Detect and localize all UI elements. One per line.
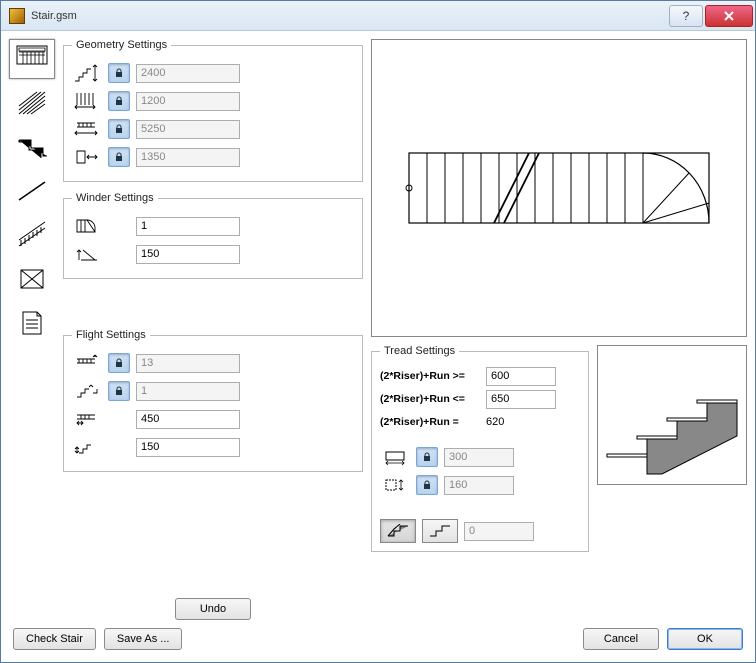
going-field[interactable] xyxy=(136,410,240,429)
sidebar-item-riser[interactable] xyxy=(9,171,55,211)
lock-landing[interactable] xyxy=(108,147,130,167)
right-column: Tread Settings (2*Riser)+Run >= (2*Riser… xyxy=(371,39,747,620)
risers-icon xyxy=(72,352,102,374)
footer: Check Stair Save As ... Cancel OK xyxy=(1,628,755,662)
close-button[interactable] xyxy=(705,5,753,27)
flights-icon xyxy=(72,380,102,402)
run-field[interactable] xyxy=(444,448,514,467)
lock-width[interactable] xyxy=(108,91,130,111)
help-button[interactable]: ? xyxy=(669,5,703,27)
winder-legend: Winder Settings xyxy=(72,192,158,204)
rise-icon xyxy=(72,436,102,458)
app-icon xyxy=(9,8,25,24)
run-icon xyxy=(380,446,410,468)
rise-field[interactable] xyxy=(136,438,240,457)
stair-plan-icon xyxy=(15,44,49,74)
dialog-window: Stair.gsm ? xyxy=(0,0,756,663)
lock-height[interactable] xyxy=(108,63,130,83)
length-field[interactable] xyxy=(136,120,240,139)
geometry-settings-group: Geometry Settings xyxy=(63,39,363,182)
flight-legend: Flight Settings xyxy=(72,329,150,341)
going-icon xyxy=(72,408,102,430)
stair-section-drawing xyxy=(602,374,742,484)
lock-run[interactable] xyxy=(416,447,438,467)
sidebar-item-railing[interactable] xyxy=(9,215,55,255)
rule-eq-label: (2*Riser)+Run = xyxy=(380,416,480,428)
winder-offset-icon xyxy=(72,243,102,265)
left-column: Geometry Settings xyxy=(63,39,363,620)
ok-button[interactable]: OK xyxy=(667,628,743,650)
landing-dim-icon xyxy=(72,146,102,168)
rule-ge-field[interactable] xyxy=(486,367,556,386)
plan-preview xyxy=(371,39,747,337)
winder-count-icon xyxy=(72,215,102,237)
stair-hatch-icon xyxy=(15,88,49,118)
sidebar-item-structure[interactable] xyxy=(9,83,55,123)
winder-settings-group: Winder Settings xyxy=(63,192,363,279)
height-field[interactable] xyxy=(136,64,240,83)
sidebar xyxy=(9,39,55,620)
cancel-button[interactable]: Cancel xyxy=(583,628,659,650)
nosing-field[interactable] xyxy=(464,522,534,541)
winder-offset-field[interactable] xyxy=(136,245,240,264)
slope-icon xyxy=(15,176,49,206)
flights-field[interactable] xyxy=(136,382,240,401)
tread-settings-group: Tread Settings (2*Riser)+Run >= (2*Riser… xyxy=(371,345,589,552)
width-icon xyxy=(72,90,102,112)
height-icon xyxy=(72,62,102,84)
length-icon xyxy=(72,118,102,140)
titlebar: Stair.gsm ? xyxy=(1,1,755,31)
sidebar-item-tread[interactable] xyxy=(9,127,55,167)
tread-legend: Tread Settings xyxy=(380,345,459,357)
nosing-tab-solid[interactable] xyxy=(380,519,416,543)
save-as-button[interactable]: Save As ... xyxy=(104,628,183,650)
width-field[interactable] xyxy=(136,92,240,111)
sidebar-item-geometry[interactable] xyxy=(9,39,55,79)
lock-riser[interactable] xyxy=(416,475,438,495)
riser-dim-icon xyxy=(380,474,410,496)
sidebar-item-landing[interactable] xyxy=(9,259,55,299)
check-stair-button[interactable]: Check Stair xyxy=(13,628,96,650)
flight-settings-group: Flight Settings xyxy=(63,329,363,472)
rule-le-label: (2*Riser)+Run <= xyxy=(380,393,480,405)
sidebar-item-listing[interactable] xyxy=(9,303,55,343)
rule-ge-label: (2*Riser)+Run >= xyxy=(380,370,480,382)
section-preview xyxy=(597,345,747,485)
railing-icon xyxy=(15,220,49,250)
geometry-legend: Geometry Settings xyxy=(72,39,171,51)
dialog-body: Geometry Settings xyxy=(1,31,755,628)
window-title: Stair.gsm xyxy=(31,10,669,22)
lock-risers[interactable] xyxy=(108,353,130,373)
riser-field[interactable] xyxy=(444,476,514,495)
landing-field[interactable] xyxy=(136,148,240,167)
risers-field[interactable] xyxy=(136,354,240,373)
rule-le-field[interactable] xyxy=(486,390,556,409)
nosing-tab-open[interactable] xyxy=(422,519,458,543)
main-area: Geometry Settings xyxy=(63,39,747,620)
stair-plan-drawing xyxy=(399,133,719,243)
landing-icon xyxy=(15,264,49,294)
tread-profile-icon xyxy=(15,132,49,162)
tread-row: Tread Settings (2*Riser)+Run >= (2*Riser… xyxy=(371,345,747,552)
undo-button[interactable]: Undo xyxy=(175,598,251,620)
lock-length[interactable] xyxy=(108,119,130,139)
rule-eq-value: 620 xyxy=(486,416,516,428)
document-icon xyxy=(15,308,49,338)
winder-count-field[interactable] xyxy=(136,217,240,236)
lock-flights[interactable] xyxy=(108,381,130,401)
